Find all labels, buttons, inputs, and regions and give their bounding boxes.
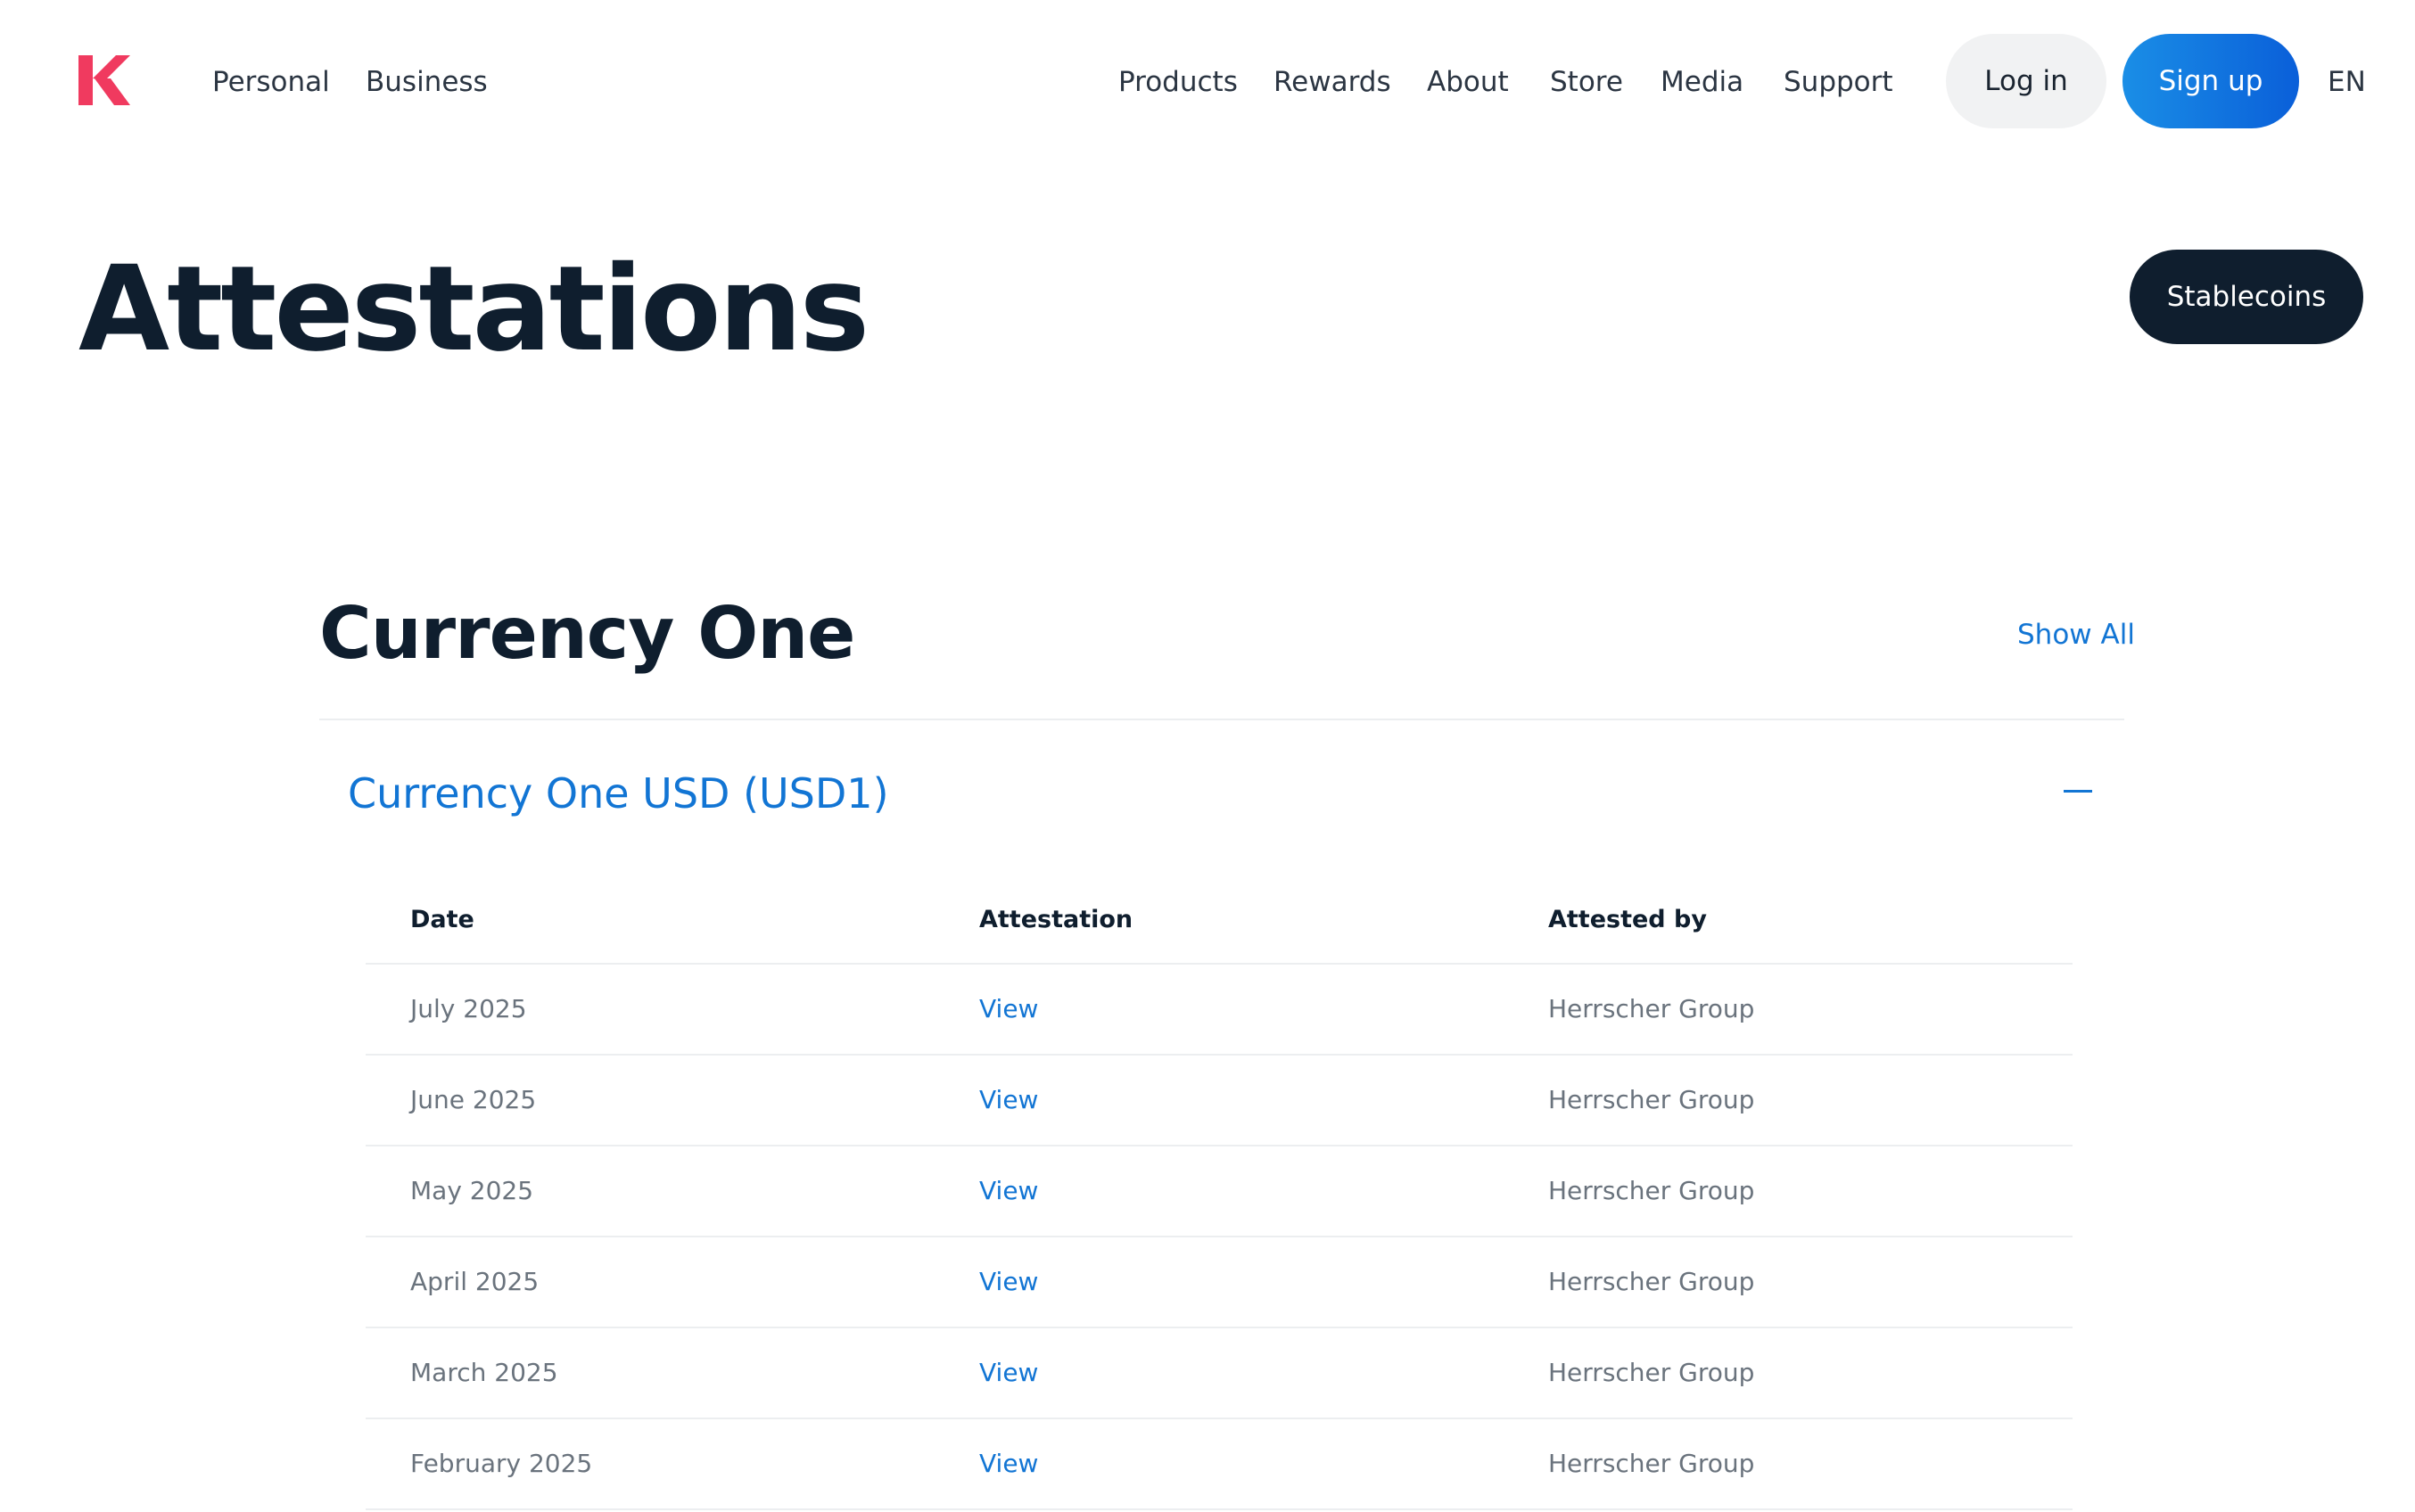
view-attestation-link[interactable]: View: [979, 1446, 1038, 1482]
row-attested-by: Herrscher Group: [1548, 1085, 1755, 1114]
minus-icon[interactable]: [2064, 776, 2094, 806]
row-attested-by: Herrscher Group: [1548, 1267, 1755, 1296]
nav-link-about[interactable]: About: [1427, 62, 1509, 102]
nav-link-support[interactable]: Support: [1784, 62, 1893, 102]
section-title: Currency One: [319, 592, 855, 675]
table-row: June 2025 View Herrscher Group: [366, 1056, 2073, 1146]
table-row: February 2025 View Herrscher Group: [366, 1419, 2073, 1510]
section-divider: [319, 719, 2124, 720]
k-logo-icon[interactable]: [75, 52, 132, 109]
table-row: July 2025 View Herrscher Group: [366, 965, 2073, 1056]
table-header: Date Attestation Attested by: [366, 888, 2073, 965]
view-attestation-link[interactable]: View: [979, 1264, 1038, 1300]
accordion-header[interactable]: Currency One USD (USD1): [348, 765, 889, 822]
view-attestation-link[interactable]: View: [979, 1355, 1038, 1391]
top-navigation: Personal Business Products Rewards About…: [0, 0, 2415, 164]
view-attestation-link[interactable]: View: [979, 991, 1038, 1027]
row-attested-by: Herrscher Group: [1548, 1176, 1755, 1205]
nav-link-business[interactable]: Business: [366, 62, 488, 102]
page: Personal Business Products Rewards About…: [0, 0, 2415, 1512]
view-attestation-link[interactable]: View: [979, 1173, 1038, 1209]
column-header-attestation: Attestation: [979, 906, 1133, 933]
language-selector[interactable]: EN: [2328, 62, 2366, 102]
row-date: May 2025: [410, 1176, 534, 1205]
attestations-table: Date Attestation Attested by July 2025 V…: [366, 888, 2073, 1510]
row-attested-by: Herrscher Group: [1548, 1358, 1755, 1387]
stablecoins-button[interactable]: Stablecoins: [2130, 250, 2363, 344]
row-date: April 2025: [410, 1267, 540, 1296]
view-attestation-link[interactable]: View: [979, 1082, 1038, 1118]
nav-link-store[interactable]: Store: [1550, 62, 1623, 102]
table-row: March 2025 View Herrscher Group: [366, 1328, 2073, 1419]
row-date: July 2025: [410, 994, 527, 1023]
page-title: Attestations: [78, 241, 870, 378]
column-header-date: Date: [410, 906, 474, 933]
nav-link-media[interactable]: Media: [1661, 62, 1743, 102]
row-attested-by: Herrscher Group: [1548, 1449, 1755, 1478]
row-date: June 2025: [410, 1085, 537, 1114]
row-date: March 2025: [410, 1358, 558, 1387]
table-row: April 2025 View Herrscher Group: [366, 1237, 2073, 1328]
signup-button[interactable]: Sign up: [2122, 34, 2299, 128]
nav-link-rewards[interactable]: Rewards: [1273, 62, 1391, 102]
show-all-link[interactable]: Show All: [2017, 615, 2135, 654]
column-header-attested-by: Attested by: [1548, 906, 1707, 933]
table-row: May 2025 View Herrscher Group: [366, 1146, 2073, 1237]
nav-link-personal[interactable]: Personal: [212, 62, 330, 102]
row-attested-by: Herrscher Group: [1548, 994, 1755, 1023]
nav-link-products[interactable]: Products: [1118, 62, 1238, 102]
row-date: February 2025: [410, 1449, 593, 1478]
login-button[interactable]: Log in: [1946, 34, 2106, 128]
